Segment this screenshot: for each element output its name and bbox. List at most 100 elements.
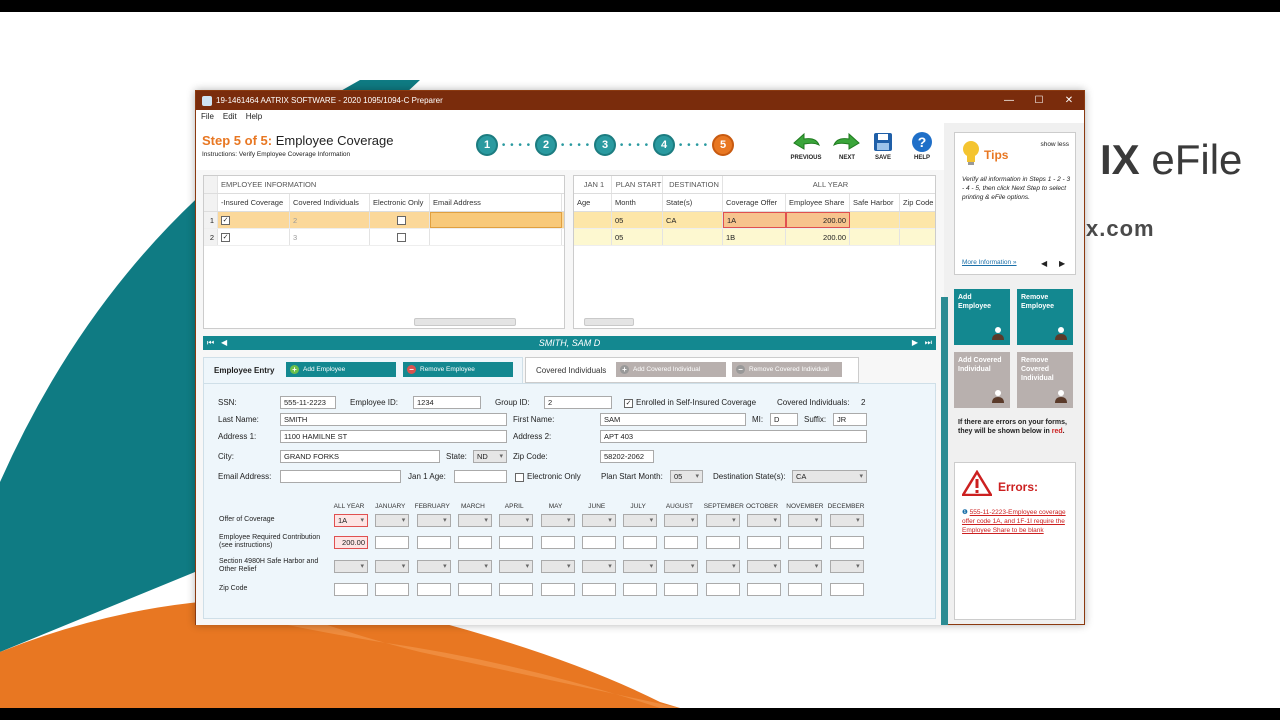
safe-harbor-select[interactable] [829, 560, 864, 573]
employee-contribution-field[interactable]: 200.00 [334, 536, 368, 549]
email-cell[interactable] [430, 212, 562, 228]
safe-harbor-select[interactable] [457, 560, 492, 573]
offer-of-coverage-select[interactable] [623, 514, 658, 527]
save-button[interactable]: SAVE [863, 129, 903, 161]
help-button[interactable]: ? HELP [902, 129, 942, 161]
address2-field[interactable]: APT 403 [600, 430, 867, 443]
email-cell[interactable] [430, 229, 562, 245]
employee-contribution-field[interactable] [705, 536, 740, 549]
insured-checkbox[interactable]: ✓ [221, 232, 230, 242]
zip-code-field[interactable] [499, 583, 534, 596]
zip-code-field[interactable] [457, 583, 492, 596]
column-header[interactable]: Safe Harbor [850, 194, 900, 211]
step-1-button[interactable]: 1 [476, 134, 498, 156]
column-header[interactable]: State(s) [663, 194, 723, 211]
next-record-icon[interactable]: ▶ [912, 336, 918, 350]
employee-contribution-field[interactable] [664, 536, 699, 549]
employee-contribution-field[interactable] [747, 536, 781, 549]
electronic-checkbox[interactable] [396, 215, 406, 225]
offer-of-coverage-select[interactable] [705, 514, 740, 527]
add-covered-individual-button[interactable]: + Add Covered Individual [616, 362, 726, 377]
tile-remove-employee[interactable]: Remove Employee [1017, 289, 1073, 345]
electronic-only-checkbox[interactable] [515, 473, 524, 482]
offer-of-coverage-select[interactable] [416, 514, 451, 527]
address1-field[interactable]: 1100 HAMILNE ST [280, 430, 507, 443]
employee-contribution-field[interactable] [581, 536, 616, 549]
safe-harbor-select[interactable] [499, 560, 534, 573]
tile-remove-covered-individual[interactable]: Remove Covered Individual [1017, 352, 1073, 408]
next-button[interactable]: NEXT [827, 129, 867, 161]
tile-add-employee[interactable]: Add Employee [954, 289, 1010, 345]
remove-covered-individual-button[interactable]: − Remove Covered Individual [732, 362, 842, 377]
employee-contribution-field[interactable] [416, 536, 451, 549]
electronic-checkbox[interactable] [396, 232, 406, 242]
offer-of-coverage-select[interactable] [664, 514, 699, 527]
column-header[interactable]: Zip Code [900, 194, 935, 211]
horizontal-scrollbar[interactable] [214, 318, 554, 326]
employee-contribution-field[interactable] [457, 536, 492, 549]
zip-code-field[interactable] [664, 583, 699, 596]
tile-add-covered-individual[interactable]: Add Covered Individual [954, 352, 1010, 408]
table-row[interactable]: 1 ✓ 2 [204, 212, 564, 229]
step-2-button[interactable]: 2 [535, 134, 557, 156]
table-row[interactable]: 2 ✓ 3 [204, 229, 564, 246]
zip-code-field[interactable] [705, 583, 740, 596]
column-header[interactable]: Electronic Only [370, 194, 430, 211]
zip-code-field[interactable] [540, 583, 575, 596]
tips-previous-icon[interactable]: ◀ [1041, 259, 1047, 268]
sidebar-collapse-strip[interactable] [941, 297, 948, 625]
step-5-button[interactable]: 5 [712, 134, 734, 156]
column-header[interactable]: Month [612, 194, 663, 211]
safe-harbor-select[interactable] [747, 560, 781, 573]
offer-of-coverage-select[interactable] [788, 514, 823, 527]
safe-harbor-select[interactable] [540, 560, 575, 573]
zip-code-field[interactable] [623, 583, 658, 596]
insured-checkbox[interactable]: ✓ [221, 215, 230, 225]
column-header[interactable]: Age [574, 194, 612, 211]
zip-code-field[interactable] [375, 583, 410, 596]
horizontal-scrollbar[interactable] [584, 318, 925, 326]
safe-harbor-select[interactable] [623, 560, 658, 573]
zip-code-field[interactable] [581, 583, 616, 596]
zip-code-field[interactable] [416, 583, 451, 596]
offer-of-coverage-select[interactable] [540, 514, 575, 527]
employee-contribution-field[interactable] [829, 536, 864, 549]
suffix-field[interactable]: JR [833, 413, 867, 426]
step-3-button[interactable]: 3 [594, 134, 616, 156]
first-record-icon[interactable]: ⏮ [207, 336, 214, 350]
previous-record-icon[interactable]: ◀ [221, 336, 227, 350]
safe-harbor-select[interactable] [788, 560, 823, 573]
offer-of-coverage-select[interactable] [375, 514, 410, 527]
scroll-thumb[interactable] [584, 318, 634, 326]
destination-state-select[interactable]: CA [792, 470, 867, 483]
zip-code-field[interactable] [334, 583, 368, 596]
zip-code-field[interactable] [788, 583, 823, 596]
maximize-icon[interactable]: ☐ [1024, 95, 1054, 106]
last-record-icon[interactable]: ⏭ [925, 336, 932, 350]
last-name-field[interactable]: SMITH [280, 413, 507, 426]
menu-file[interactable]: File [201, 112, 214, 121]
offer-of-coverage-select[interactable] [457, 514, 492, 527]
show-less-link[interactable]: show less [1040, 141, 1069, 148]
error-item[interactable]: ❶ 555-11-2223-Employee coverage offer co… [962, 508, 1070, 535]
zip-field[interactable]: 58202-2062 [600, 450, 654, 463]
group-id-field[interactable]: 2 [544, 396, 612, 409]
self-insured-checkbox[interactable]: ✓ [624, 399, 633, 408]
column-header[interactable]: Employee Share [786, 194, 850, 211]
email-field[interactable] [280, 470, 401, 483]
safe-harbor-select[interactable] [416, 560, 451, 573]
menu-help[interactable]: Help [246, 112, 262, 121]
minimize-icon[interactable]: — [994, 95, 1024, 106]
previous-button[interactable]: PREVIOUS [786, 129, 826, 161]
table-row[interactable]: 05 1B 200.00 [574, 229, 935, 246]
safe-harbor-select[interactable] [334, 560, 368, 573]
safe-harbor-select[interactable] [581, 560, 616, 573]
mi-field[interactable]: D [770, 413, 798, 426]
table-row[interactable]: 05 CA 1A 200.00 [574, 212, 935, 229]
zip-code-field[interactable] [747, 583, 781, 596]
state-select[interactable]: ND [473, 450, 507, 463]
offer-of-coverage-select[interactable] [829, 514, 864, 527]
step-4-button[interactable]: 4 [653, 134, 675, 156]
employee-contribution-field[interactable] [788, 536, 823, 549]
remove-employee-button[interactable]: − Remove Employee [403, 362, 513, 377]
